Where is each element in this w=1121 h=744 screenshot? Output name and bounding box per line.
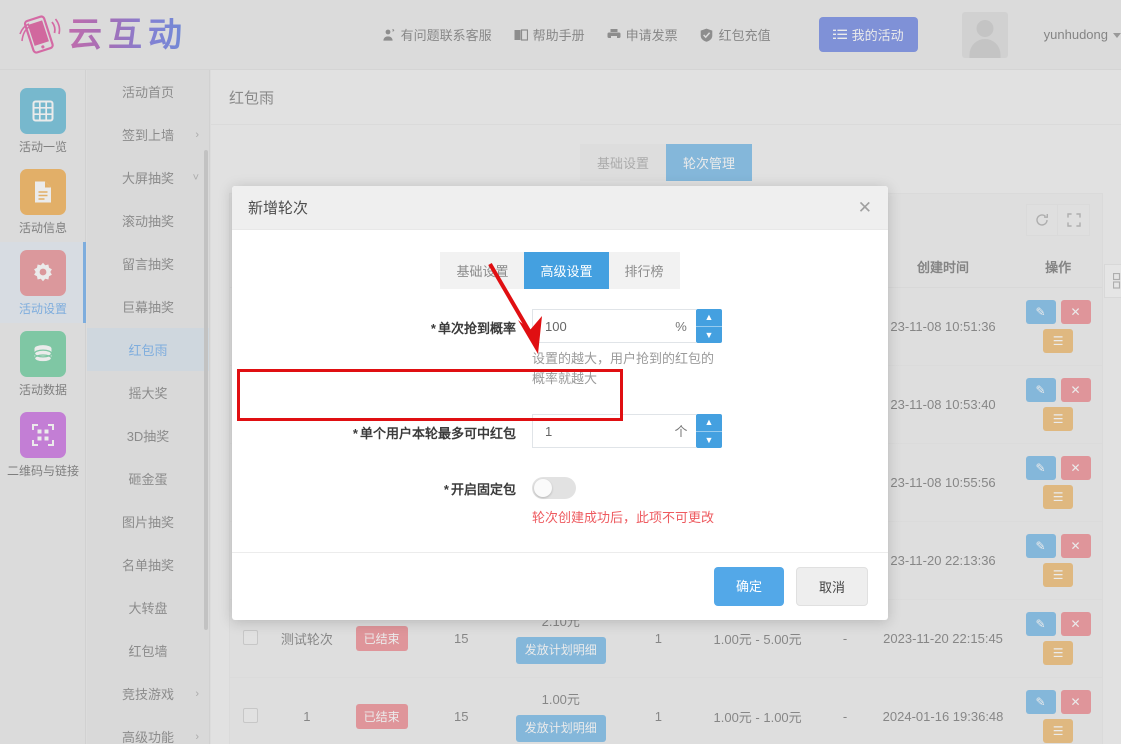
probability-stepper[interactable]: ▲ ▼ (696, 309, 722, 343)
stepper-up-icon[interactable]: ▲ (696, 414, 722, 431)
field-win-probability-text: 单次抢到概率 (438, 321, 516, 336)
stepper-down-icon[interactable]: ▼ (696, 431, 722, 449)
field-enable-fixed-packet-text: 开启固定包 (451, 482, 516, 497)
probability-hint: 设置的越大，用户抢到的红包的概率就越大 (532, 349, 722, 388)
dialog-tabs: 基础设置 高级设置 排行榜 (232, 252, 888, 289)
required-marker: * (431, 321, 436, 336)
confirm-button[interactable]: 确定 (714, 567, 784, 606)
probability-number-input[interactable]: 100 % ▲ ▼ (532, 309, 722, 343)
dialog-tab-basic[interactable]: 基础设置 (440, 252, 524, 289)
app-root: 云互动 有问题联系客服 帮助手册 申请发票 (0, 0, 1121, 744)
max-per-user-input[interactable]: 1 (532, 414, 666, 448)
field-max-per-user-control: 1 个 ▲ ▼ (532, 414, 722, 448)
field-win-probability-control: 100 % ▲ ▼ 设置的越大，用户抢到的红包的概率就越大 (532, 309, 722, 388)
dialog-tab-leaderboard[interactable]: 排行榜 (609, 252, 680, 289)
max-per-user-number-input[interactable]: 1 个 ▲ ▼ (532, 414, 722, 448)
probability-input[interactable]: 100 (532, 309, 666, 343)
field-enable-fixed-packet: *开启固定包 轮次创建成功后，此项不可更改 (232, 470, 888, 526)
probability-unit: % (666, 309, 696, 343)
add-round-dialog: 新增轮次 ✕ 基础设置 高级设置 排行榜 *单次抢到概率 100 % (232, 186, 888, 620)
required-marker: * (444, 482, 449, 497)
max-per-user-stepper[interactable]: ▲ ▼ (696, 414, 722, 448)
field-enable-fixed-packet-control: 轮次创建成功后，此项不可更改 (532, 470, 714, 526)
dialog-header: 新增轮次 ✕ (232, 186, 888, 230)
dialog-body: 基础设置 高级设置 排行榜 *单次抢到概率 100 % ▲ ▼ (232, 230, 888, 620)
stepper-down-icon[interactable]: ▼ (696, 326, 722, 344)
field-enable-fixed-packet-label: *开启固定包 (232, 470, 532, 498)
fixed-packet-warning: 轮次创建成功后，此项不可更改 (532, 507, 714, 526)
dialog-tab-advanced[interactable]: 高级设置 (524, 252, 608, 289)
field-max-per-user: *单个用户本轮最多可中红包 1 个 ▲ ▼ (232, 414, 888, 448)
cancel-button[interactable]: 取消 (796, 567, 868, 606)
field-max-per-user-text: 单个用户本轮最多可中红包 (360, 426, 516, 441)
stepper-up-icon[interactable]: ▲ (696, 309, 722, 326)
field-win-probability-label: *单次抢到概率 (232, 309, 532, 337)
fixed-packet-toggle[interactable] (532, 477, 576, 499)
field-win-probability: *单次抢到概率 100 % ▲ ▼ 设置的越大，用户抢到的红包的概率就越大 (232, 309, 888, 388)
dialog-title: 新增轮次 (248, 197, 308, 218)
field-max-per-user-label: *单个用户本轮最多可中红包 (232, 414, 532, 442)
required-marker: * (353, 426, 358, 441)
close-icon[interactable]: ✕ (858, 199, 872, 216)
dialog-footer: 确定 取消 (232, 552, 888, 620)
max-per-user-unit: 个 (666, 414, 696, 448)
